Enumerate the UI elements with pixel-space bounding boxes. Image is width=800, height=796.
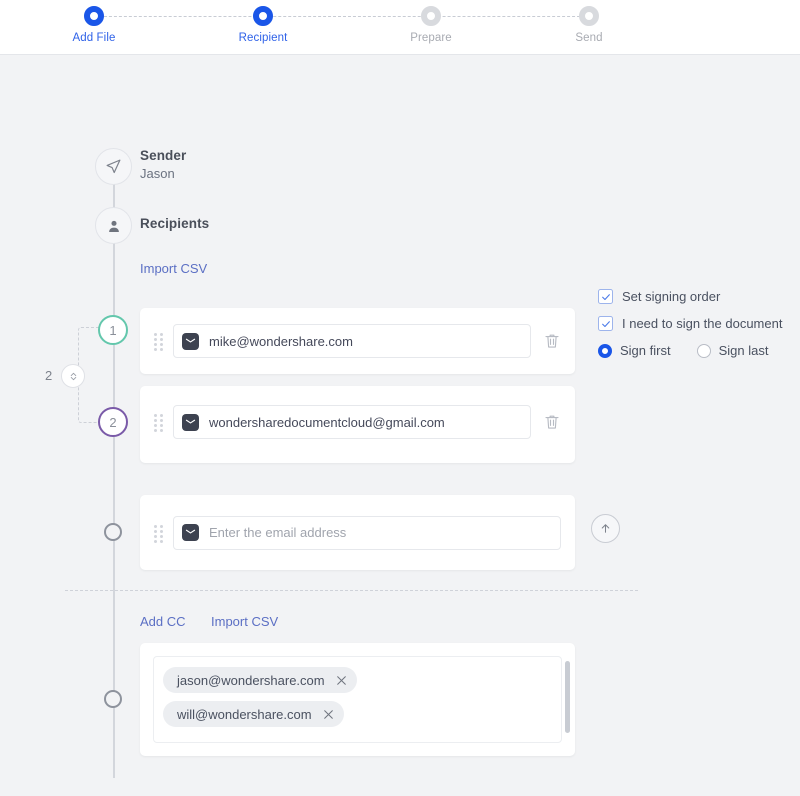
cc-chip-area[interactable]: jason@wondershare.com will@wondershare.c… [153,656,562,743]
step-label-prepare: Prepare [410,32,452,44]
sign-first-label: Sign first [620,343,671,358]
cc-chip[interactable]: will@wondershare.com [163,701,344,727]
timeline-node-new-recipient [104,523,122,541]
remove-cc-chip-button[interactable] [335,674,348,687]
step-label-recipient: Recipient [238,32,288,44]
mail-icon [182,524,199,541]
step-dot-add-file [84,6,104,26]
cc-scrollbar[interactable] [565,661,570,733]
swap-order-button[interactable] [61,364,85,388]
cc-chip-email: will@wondershare.com [177,706,312,722]
trash-icon [545,415,559,429]
recipient-step-body: Sender Jason Recipients Import CSV 2 1 m… [0,55,800,796]
recipients-title: Recipients [140,216,210,231]
envelope-glyph [185,336,196,346]
new-recipient-placeholder: Enter the email address [209,525,347,540]
envelope-glyph [185,417,196,427]
step-dot-send [579,6,599,26]
cc-chip[interactable]: jason@wondershare.com [163,667,357,693]
recipient-card-1: mike@wondershare.com [140,308,575,374]
drag-handle-icon[interactable] [154,524,164,543]
stepper-connector-line [94,16,590,17]
trash-icon [545,334,559,348]
step-prepare[interactable]: Prepare [376,6,486,44]
close-icon [323,709,333,719]
step-label-send: Send [575,32,603,44]
import-csv-recipients-link[interactable]: Import CSV [140,261,207,276]
chevron-up-down-icon [70,372,76,380]
set-signing-order-checkbox[interactable] [598,289,613,304]
add-cc-link[interactable]: Add CC [140,614,186,629]
check-icon [601,293,610,300]
recipients-heading: Recipients [140,216,209,231]
send-plane-icon [106,159,121,174]
sign-last-label: Sign last [718,343,769,358]
delete-recipient-button-2[interactable] [543,413,561,431]
timeline-tick [113,191,115,201]
need-to-sign-label: I need to sign the document [622,316,783,331]
step-dot-prepare [421,6,441,26]
recipient-email-value-2: wondersharedocumentcloud@gmail.com [209,414,445,430]
signing-order-group-count: 2 [45,368,53,383]
cc-chip-email: jason@wondershare.com [177,672,325,688]
drag-handle-icon[interactable] [154,414,164,432]
step-recipient[interactable]: Recipient [208,6,318,44]
recipients-avatar [95,207,132,244]
sender-avatar [95,148,132,185]
recipient-email-input-1[interactable]: mike@wondershare.com [173,324,531,358]
sender-info: Sender Jason [140,148,186,181]
section-divider [65,590,638,591]
user-icon [108,220,119,232]
close-icon [336,675,346,685]
arrow-up-icon [601,524,610,533]
drag-handle-icon[interactable] [154,333,164,351]
step-label-add-file: Add File [72,32,116,44]
recipient-order-badge-1[interactable]: 1 [98,315,128,345]
check-icon [601,320,610,327]
step-add-file[interactable]: Add File [39,6,149,44]
sender-name: Jason [140,166,175,181]
new-recipient-card: Enter the email address [140,495,575,570]
sign-order-radio-group: Sign first Sign last [598,343,782,358]
need-to-sign-option[interactable]: I need to sign the document [598,316,782,331]
recipient-card-2: wondersharedocumentcloud@gmail.com [140,386,575,463]
delete-recipient-button-1[interactable] [543,332,561,350]
new-recipient-email-input[interactable]: Enter the email address [173,515,561,550]
remove-cc-chip-button[interactable] [322,708,335,721]
mail-icon [182,413,199,431]
need-to-sign-checkbox[interactable] [598,316,613,331]
import-csv-cc-link[interactable]: Import CSV [211,614,278,629]
recipient-order-badge-2[interactable]: 2 [98,407,128,437]
signing-options-panel: Set signing order I need to sign the doc… [598,289,782,358]
mail-icon [182,332,199,350]
sender-title: Sender [140,148,187,163]
envelope-glyph [185,528,196,537]
timeline-spine [113,183,115,778]
set-signing-order-option[interactable]: Set signing order [598,289,782,304]
set-signing-order-label: Set signing order [622,289,721,304]
cc-recipients-card: jason@wondershare.com will@wondershare.c… [140,643,575,756]
recipient-email-value-1: mike@wondershare.com [209,333,353,349]
step-send[interactable]: Send [534,6,644,44]
sign-first-radio[interactable] [598,343,612,358]
timeline-node-cc [104,690,122,708]
recipient-email-input-2[interactable]: wondersharedocumentcloud@gmail.com [173,405,531,439]
progress-stepper: Add File Recipient Prepare Send [0,0,800,55]
step-dot-recipient [253,6,273,26]
collapse-recipients-button[interactable] [591,514,620,543]
sign-last-radio[interactable] [696,343,711,358]
